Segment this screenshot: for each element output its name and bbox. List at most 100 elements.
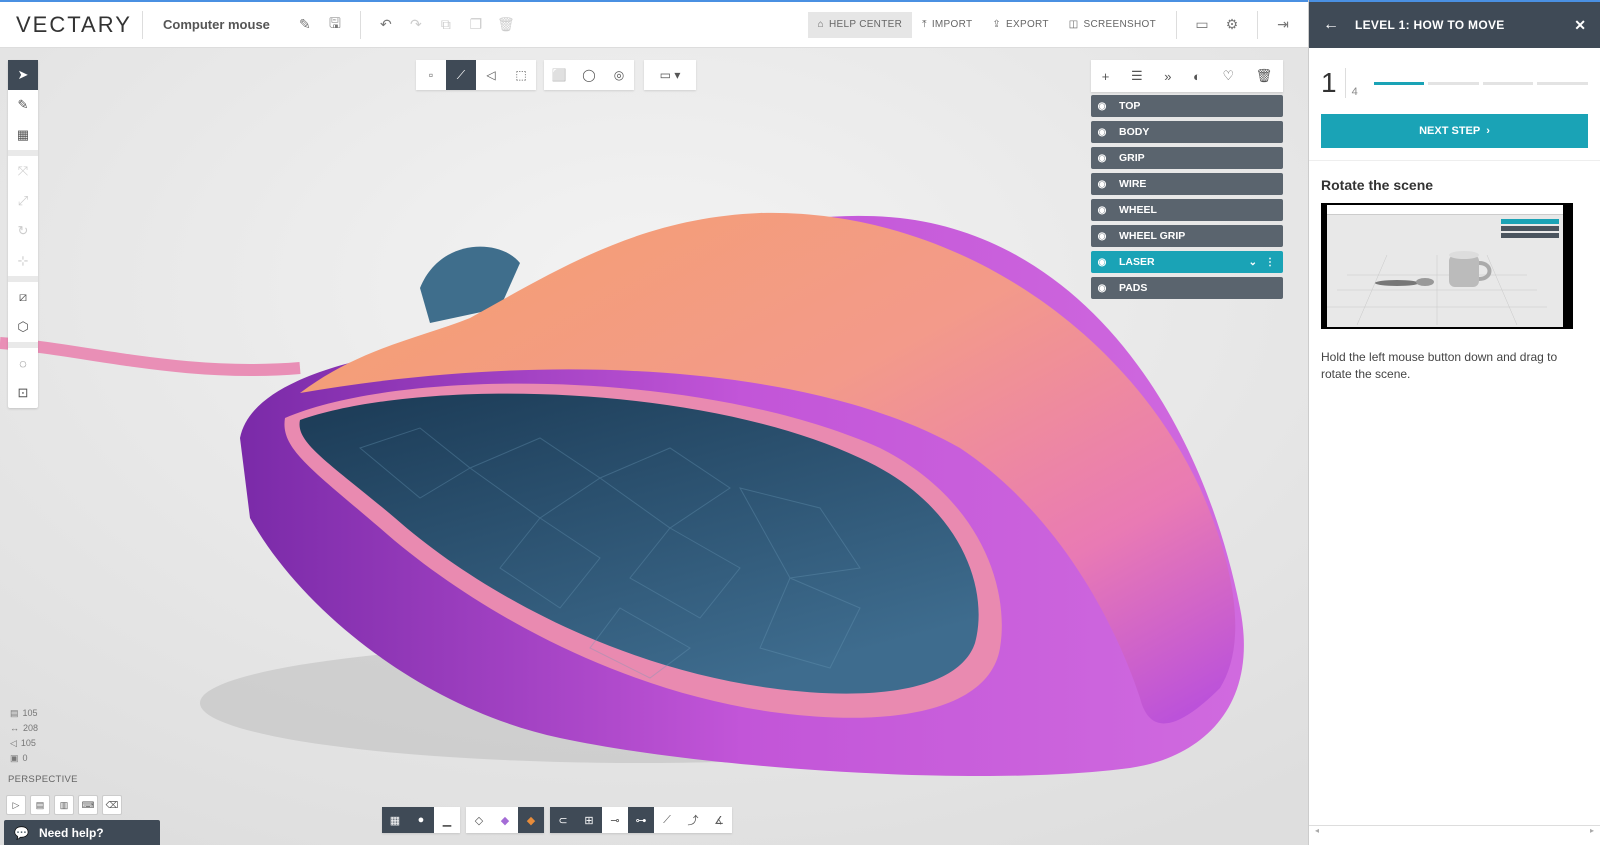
ruler-icon[interactable]: ▁: [434, 807, 460, 833]
grid-snap-icon[interactable]: ⊞: [576, 807, 602, 833]
poly-tool-icon[interactable]: ⬡: [8, 312, 38, 342]
measure-icon[interactable]: ⟋: [654, 807, 680, 833]
vertex-snap-icon[interactable]: ⊶: [628, 807, 654, 833]
need-help-button[interactable]: 💬 Need help?: [4, 820, 160, 845]
edges-icon: ↔: [10, 723, 19, 733]
eye-icon[interactable]: ◉: [1091, 231, 1113, 242]
edge-mode-icon[interactable]: ⟋: [446, 60, 476, 90]
tag-icon[interactable]: ⌫: [102, 795, 122, 815]
forward-icon[interactable]: »: [1164, 69, 1171, 84]
eye-icon[interactable]: ◉: [1091, 179, 1113, 190]
wireframe-icon[interactable]: ◇: [466, 807, 492, 833]
transform-tool-icon[interactable]: ⊹: [8, 246, 38, 276]
cube-mode-icon[interactable]: ⬚: [506, 60, 536, 90]
divider: [142, 10, 143, 39]
scroll-right-icon[interactable]: ▸: [1590, 826, 1594, 835]
exit-icon[interactable]: ⇥: [1268, 10, 1298, 40]
symmetry-icon[interactable]: ◐: [1193, 69, 1201, 84]
select-tool-icon[interactable]: ➤: [8, 60, 38, 90]
export-button[interactable]: ⇪ EXPORT: [982, 12, 1058, 38]
comment-icon[interactable]: ▤: [30, 795, 50, 815]
play-icon[interactable]: ▷: [6, 795, 26, 815]
copy-icon[interactable]: ⧉: [431, 10, 461, 40]
add-icon[interactable]: +: [1102, 69, 1110, 84]
edge-snap-icon[interactable]: ⊸: [602, 807, 628, 833]
redo-icon[interactable]: ↷: [401, 10, 431, 40]
graduation-cap-icon: ⌂: [817, 19, 824, 30]
rotate-tool-icon[interactable]: ↻: [8, 216, 38, 246]
monitor-icon[interactable]: ▭: [1187, 10, 1217, 40]
more-icon[interactable]: ⋮: [1265, 257, 1275, 268]
layer-item-wheel[interactable]: ◉ WHEEL: [1091, 199, 1283, 221]
delete-icon[interactable]: 🗑: [491, 10, 521, 40]
layer-item-top[interactable]: ◉ TOP: [1091, 95, 1283, 117]
pencil-icon[interactable]: ✎: [290, 10, 320, 40]
angle-icon[interactable]: ∡: [706, 807, 732, 833]
layer-item-grip[interactable]: ◉ GRIP: [1091, 147, 1283, 169]
undo-icon[interactable]: ↶: [371, 10, 401, 40]
project-name[interactable]: Computer mouse: [163, 17, 270, 32]
import-button[interactable]: ⤒ IMPORT: [912, 12, 982, 38]
layer-label: WIRE: [1119, 178, 1147, 190]
layer-item-pads[interactable]: ◉ PADS: [1091, 277, 1283, 299]
vertices-icon: ◁: [10, 738, 17, 748]
eye-icon[interactable]: ◉: [1091, 205, 1113, 216]
eye-icon[interactable]: ◉: [1091, 101, 1113, 112]
layer-item-wire[interactable]: ◉ WIRE: [1091, 173, 1283, 195]
chat-icon: 💬: [14, 825, 29, 840]
layer-item-wheel-grip[interactable]: ◉ WHEEL GRIP: [1091, 225, 1283, 247]
keyboard-icon[interactable]: ⌨: [78, 795, 98, 815]
settings-icon[interactable]: ⚙: [1217, 10, 1247, 40]
material-icon[interactable]: ◆: [518, 807, 544, 833]
trash-icon[interactable]: 🗑: [1256, 68, 1273, 84]
book-icon[interactable]: ▥: [54, 795, 74, 815]
list-icon[interactable]: ☰: [1131, 68, 1143, 84]
layer-item-body[interactable]: ◉ BODY: [1091, 121, 1283, 143]
draw-tool-icon[interactable]: ✎: [8, 90, 38, 120]
grid-icon[interactable]: ▦: [382, 807, 408, 833]
heart-icon[interactable]: ♡: [1222, 68, 1234, 84]
progress-segment: [1482, 81, 1534, 85]
mesh-tool-icon[interactable]: ▦: [8, 120, 38, 150]
lesson-video[interactable]: [1321, 203, 1573, 329]
next-step-label: NEXT STEP: [1419, 125, 1481, 137]
eye-icon[interactable]: ◉: [1091, 257, 1113, 268]
brush-select-icon[interactable]: ◎: [604, 60, 634, 90]
save-icon[interactable]: 🖫: [320, 10, 350, 40]
box-select-icon[interactable]: ⬜: [544, 60, 574, 90]
view-mode-label[interactable]: PERSPECTIVE: [8, 774, 78, 785]
chevron-down-icon[interactable]: ⌄: [1249, 257, 1257, 268]
move-tool-icon[interactable]: ⤧: [8, 156, 38, 186]
selection-tools-group: ⬜ ◯ ◎: [544, 60, 634, 90]
back-arrow-icon[interactable]: ←: [1323, 16, 1339, 34]
panel-scrollbar[interactable]: ◂ ▸: [1309, 825, 1600, 835]
lasso-select-icon[interactable]: ◯: [574, 60, 604, 90]
folder-icon[interactable]: ▭ ▾: [644, 60, 696, 90]
object-mode-icon[interactable]: ▫: [416, 60, 446, 90]
close-icon[interactable]: ✕: [1574, 17, 1586, 34]
vectary-logo[interactable]: VECTARY: [16, 12, 132, 38]
layer-label: PADS: [1119, 282, 1148, 294]
screenshot-button[interactable]: ◫ SCREENSHOT: [1059, 12, 1166, 38]
focus-tool-icon[interactable]: ⊡: [8, 378, 38, 408]
next-step-button[interactable]: NEXT STEP ›: [1321, 114, 1588, 148]
eye-icon[interactable]: ◉: [1091, 283, 1113, 294]
eye-icon[interactable]: ◉: [1091, 127, 1113, 138]
face-mode-icon[interactable]: ◁: [476, 60, 506, 90]
material-tool-icon[interactable]: ◌: [8, 348, 38, 378]
tutorial-panel: ← LEVEL 1: HOW TO MOVE ✕ 1 4 NEXT STEP ›…: [1308, 0, 1600, 845]
selection-mode-group: ▫ ⟋ ◁ ⬚: [416, 60, 536, 90]
duplicate-icon[interactable]: ❐: [461, 10, 491, 40]
path-icon[interactable]: ⤴: [680, 807, 706, 833]
divider: [1309, 160, 1600, 161]
eye-icon[interactable]: ◉: [1091, 153, 1113, 164]
shaded-icon[interactable]: ◆: [492, 807, 518, 833]
help-center-button[interactable]: ⌂ HELP CENTER: [807, 11, 913, 38]
scroll-left-icon[interactable]: ◂: [1315, 826, 1319, 835]
magnet-icon[interactable]: ⊂: [550, 807, 576, 833]
scale-tool-icon[interactable]: ⤢: [8, 186, 38, 216]
cut-tool-icon[interactable]: ⧄: [8, 282, 38, 312]
snap-dot-icon[interactable]: ●: [408, 807, 434, 833]
layer-item-laser[interactable]: ◉ LASER ⌄ ⋮: [1091, 251, 1283, 273]
preview-topbar: [1327, 205, 1563, 215]
